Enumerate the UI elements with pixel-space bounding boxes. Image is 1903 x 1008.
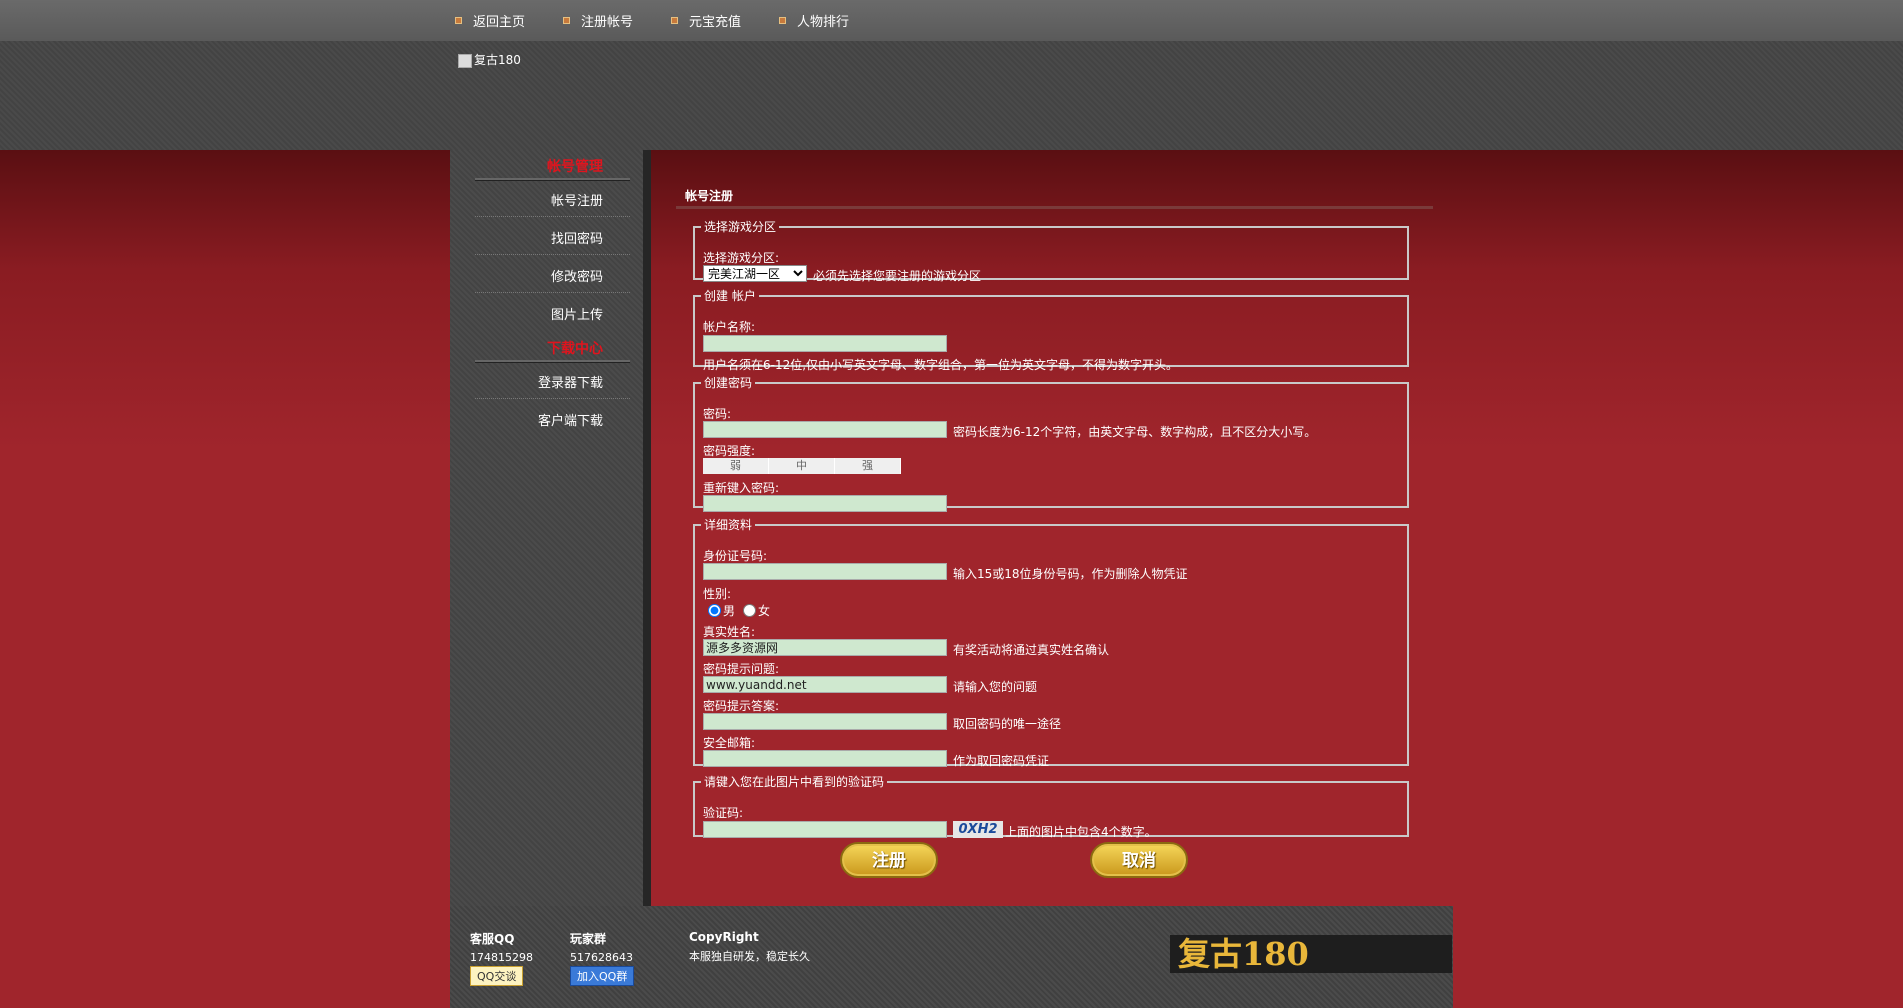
gender-male-radio[interactable] [708,604,721,617]
divider [475,178,630,181]
footer: 客服QQ 174815298 QQ交谈 玩家群 517628643 加入QQ群 … [450,906,1453,1008]
account-legend: 创建 帐户 [704,289,756,303]
account-label: 帐户名称: [703,320,756,334]
email-hint: 作为取回密码凭证 [953,754,1050,768]
broken-image-icon [458,53,472,68]
gender-label: 性别: [703,587,732,601]
question-hint: 请输入您的问题 [953,680,1038,694]
top-bar: 返回主页 注册帐号 元宝充值 人物排行 [0,0,1903,42]
sidebar: 帐号管理 帐号注册 找回密码 修改密码 图片上传 下载中心 登录器下载 客户端下… [450,150,651,906]
footer-group: 玩家群 517628643 加入QQ群 [570,930,635,986]
gender-female-radio[interactable] [743,604,757,617]
zone-hint: 必须先选择您要注册的游戏分区 [813,269,982,283]
sidebar-item-register[interactable]: 帐号注册 [551,190,603,209]
account-input[interactable] [703,335,947,352]
details-fieldset: 详细资料 身份证号码: 输入15或18位身份号码，作为删除人物凭证 性别: 男 … [693,516,1409,768]
zone-legend: 选择游戏分区 [704,220,777,234]
question-label: 密码提示问题: [703,662,780,676]
question-input[interactable] [703,676,947,693]
copyright-title: CopyRight [689,930,759,944]
zone-select[interactable]: 完美江湖一区 [703,265,807,282]
sidebar-separator [643,150,651,906]
captcha-hint: 上面的图片中包含4个数字。 [1005,825,1157,839]
group-number: 517628643 [570,951,633,964]
password-label: 密码: [703,407,732,421]
copyright-text: 本服独自研发，稳定长久 [689,950,810,963]
sidebar-section-account: 帐号管理 [547,159,603,175]
captcha-input[interactable] [703,821,947,838]
register-form: 帐号注册 选择游戏分区 选择游戏分区: 完美江湖一区 必须先选择您要注册的游戏分… [651,150,1433,906]
footer-logo: 复古180 [1170,935,1452,973]
id-number-input[interactable] [703,563,947,580]
divider [475,216,630,217]
bullet-icon [563,17,570,24]
submit-button[interactable]: 注册 [840,842,938,878]
email-input[interactable] [703,750,947,767]
nav-recharge[interactable]: 元宝充值 [671,0,779,41]
strength-label: 密码强度: [703,444,756,458]
footer-copyright: CopyRight 本服独自研发，稳定长久 [689,930,810,964]
qq-chat-button[interactable]: QQ交谈 [470,966,524,986]
divider [475,360,630,363]
password-input[interactable] [703,421,947,438]
sidebar-item-change-password[interactable]: 修改密码 [551,266,603,285]
sidebar-item-recover-password[interactable]: 找回密码 [551,228,603,247]
email-label: 安全邮箱: [703,736,756,750]
password-fieldset: 创建密码 密码: 密码长度为6-12个字符，由英文字母、数字构成，且不区分大小写… [693,374,1409,512]
nav-home[interactable]: 返回主页 [455,0,563,41]
cancel-button[interactable]: 取消 [1090,842,1188,878]
captcha-fieldset: 请键入您在此图片中看到的验证码 验证码: 0XH2 上面的图片中包含4个数字。 [693,773,1409,839]
account-fieldset: 创建 帐户 帐户名称: 用户名须在6-12位,仅由小写英文字母、数字组合，第一位… [693,287,1409,372]
bullet-icon [779,17,786,24]
account-hint: 用户名须在6-12位,仅由小写英文字母、数字组合，第一位为英文字母，不得为数字开… [703,358,1179,372]
divider [475,254,630,255]
answer-label: 密码提示答案: [703,699,780,713]
zone-fieldset: 选择游戏分区 选择游戏分区: 完美江湖一区 必须先选择您要注册的游戏分区 [693,218,1409,283]
password-strength-meter: 弱 中 强 [703,458,901,474]
group-title: 玩家群 [570,932,607,946]
strength-medium: 中 [769,458,835,474]
real-name-label: 真实姓名: [703,625,756,639]
sidebar-item-client-download[interactable]: 客户端下载 [538,410,603,429]
nav-ranking[interactable]: 人物排行 [779,0,887,41]
divider [475,292,630,293]
top-nav: 返回主页 注册帐号 元宝充值 人物排行 [455,0,887,41]
nav-register[interactable]: 注册帐号 [563,0,671,41]
strength-strong: 强 [835,458,901,474]
kefu-title: 客服QQ [470,932,515,946]
strength-weak: 弱 [703,458,769,474]
confirm-password-input[interactable] [703,495,947,512]
site-logo[interactable]: 复古180 [458,51,521,68]
details-legend: 详细资料 [704,518,753,532]
divider [475,398,630,399]
password-hint: 密码长度为6-12个字符，由英文字母、数字构成，且不区分大小写。 [953,425,1317,439]
title-underline [676,206,1433,209]
sidebar-item-launcher-download[interactable]: 登录器下载 [538,372,603,391]
sidebar-section-download: 下载中心 [547,341,603,357]
confirm-password-label: 重新键入密码: [703,481,780,495]
captcha-legend: 请键入您在此图片中看到的验证码 [704,775,885,789]
captcha-image[interactable]: 0XH2 [953,821,1003,838]
bullet-icon [455,17,462,24]
sidebar-item-upload-image[interactable]: 图片上传 [551,304,603,323]
answer-hint: 取回密码的唯一途径 [953,717,1062,731]
real-name-input[interactable] [703,639,947,656]
kefu-number: 174815298 [470,951,533,964]
bullet-icon [671,17,678,24]
real-name-hint: 有奖活动将通过真实姓名确认 [953,643,1110,657]
zone-label: 选择游戏分区: [703,251,780,265]
header-band [0,41,1903,150]
gender-options: 男 女 [708,602,770,619]
page-title: 帐号注册 [685,189,734,203]
id-hint: 输入15或18位身份号码，作为删除人物凭证 [953,567,1188,581]
password-legend: 创建密码 [704,376,753,390]
captcha-label: 验证码: [703,806,744,820]
footer-kefu: 客服QQ 174815298 QQ交谈 [470,930,533,986]
id-label: 身份证号码: [703,549,768,563]
join-qq-group-button[interactable]: 加入QQ群 [570,966,635,986]
answer-input[interactable] [703,713,947,730]
